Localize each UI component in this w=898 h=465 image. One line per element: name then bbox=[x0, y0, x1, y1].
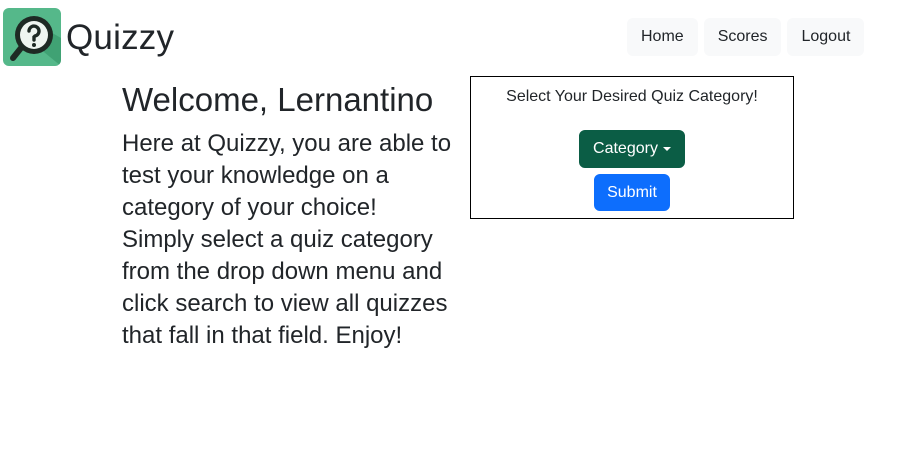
category-dropdown[interactable]: Category bbox=[579, 130, 685, 168]
magnifier-question-icon bbox=[3, 8, 61, 66]
welcome-section: Welcome, Lernantino Here at Quizzy, you … bbox=[122, 80, 452, 352]
brand-name: Quizzy bbox=[66, 17, 175, 57]
home-button[interactable]: Home bbox=[627, 18, 698, 56]
scores-button[interactable]: Scores bbox=[703, 18, 782, 56]
category-dropdown-label: Category bbox=[593, 140, 658, 157]
logout-button[interactable]: Logout bbox=[787, 18, 865, 56]
welcome-heading: Welcome, Lernantino bbox=[122, 81, 434, 118]
brand-link[interactable]: Quizzy bbox=[3, 8, 174, 66]
welcome-text: Here at Quizzy, you are able to test you… bbox=[122, 130, 452, 349]
nav-links: Home Scores Logout bbox=[627, 18, 870, 56]
category-panel: Select Your Desired Quiz Category! Categ… bbox=[470, 76, 794, 219]
caret-down-icon bbox=[662, 147, 671, 151]
submit-button[interactable]: Submit bbox=[594, 174, 670, 211]
category-prompt: Select Your Desired Quiz Category! bbox=[506, 88, 758, 105]
navbar: Quizzy Home Scores Logout bbox=[0, 0, 898, 68]
